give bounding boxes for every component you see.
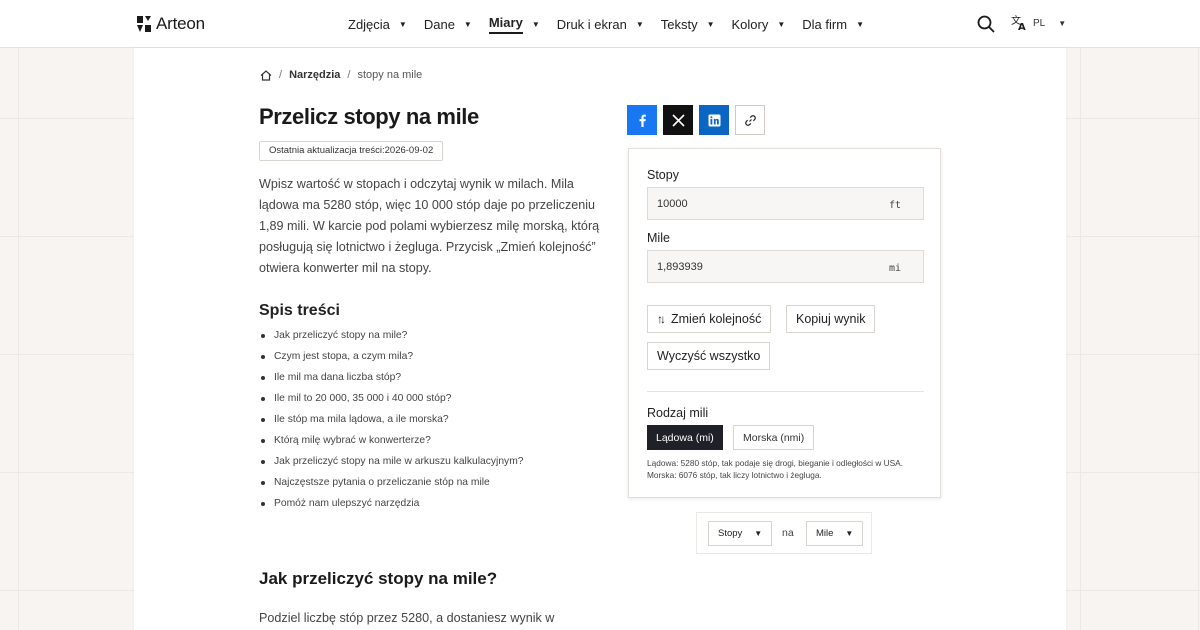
mile-type-statute-toggle[interactable]: Lądowa (mi) (647, 425, 723, 450)
miles-unit: mi (888, 263, 901, 274)
nav-label: Miary (488, 15, 523, 34)
chevron-down-icon: ▼ (706, 19, 715, 29)
toc-item[interactable]: Którą milę wybrać w konwerterze? (259, 434, 524, 455)
section-paragraph: Podziel liczbę stóp przez 5280, a dostan… (259, 611, 555, 625)
nav-item-dla-firm[interactable]: Dla firm ▼ (802, 17, 864, 32)
nav-item-dane[interactable]: Dane ▼ (424, 17, 472, 32)
share-buttons (627, 105, 765, 135)
nav-label: Zdjęcia (348, 16, 390, 32)
nav-item-zdjecia[interactable]: Zdjęcia ▼ (348, 17, 407, 32)
nav-item-kolory[interactable]: Kolory ▼ (732, 17, 786, 32)
last-updated-badge: Ostatnia aktualizacja treści:2026-09-02 (259, 141, 444, 161)
mile-type-nautical-toggle[interactable]: Morska (nmi) (733, 425, 815, 450)
feet-value: 10000 (657, 198, 688, 210)
feet-input[interactable]: 10000 ft (647, 187, 924, 220)
chevron-down-icon: ▼ (777, 19, 786, 29)
chevron-down-icon: ▼ (845, 529, 854, 538)
nav-label: Druk i ekran (556, 16, 627, 32)
page-title: Przelicz stopy na mile (259, 104, 479, 129)
toc-item[interactable]: Ile stóp ma mila lądowa, a ile morska? (259, 413, 524, 434)
section-heading: Jak przeliczyć stopy na mile? (259, 569, 498, 588)
mile-type-note: Lądowa: 5280 stóp, tak podaje się drogi,… (647, 458, 903, 480)
brand-name: Arteon (156, 14, 205, 33)
swap-icon: ↑↓ (657, 312, 666, 326)
divider (647, 391, 924, 392)
toc-item[interactable]: Pomóż nam ulepszyć narzędzia (259, 497, 524, 518)
toc-item[interactable]: Najczęstsze pytania o przeliczanie stóp … (259, 476, 524, 497)
chevron-down-icon: ▼ (463, 19, 472, 29)
nav-label: Kolory (731, 16, 769, 32)
feet-label: Stopy (647, 168, 679, 182)
swap-order-label: Zmień kolejność (671, 312, 762, 326)
home-icon[interactable] (260, 69, 272, 81)
nav-item-teksty[interactable]: Teksty ▼ (661, 17, 715, 32)
link-icon (744, 114, 756, 126)
breadcrumb-separator: / (347, 69, 351, 81)
chevron-down-icon: ▼ (1058, 18, 1067, 28)
main-nav: Zdjęcia ▼ Dane ▼ Miary ▼ Druk i ekran ▼ … (348, 0, 881, 48)
clear-all-label: Wyczyść wszystko (657, 349, 761, 363)
from-unit-select[interactable]: Stopy ▼ (708, 521, 773, 546)
miles-input[interactable]: 1,893939 mi (647, 250, 924, 283)
copy-link-button[interactable] (735, 105, 765, 135)
logo-icon (137, 16, 151, 32)
feet-unit: ft (888, 200, 901, 211)
converter-card: Stopy 10000 ft Mile 1,893939 mi ↑↓ Zmień… (628, 148, 941, 498)
toc-item[interactable]: Ile mil to 20 000, 35 000 i 40 000 stóp? (259, 392, 524, 413)
clear-all-button[interactable]: Wyczyść wszystko (647, 342, 771, 370)
miles-value: 1,893939 (657, 261, 703, 273)
nav-item-druk-i-ekran[interactable]: Druk i ekran ▼ (557, 17, 644, 32)
intro-paragraph: Wpisz wartość w stopach i odczytaj wynik… (259, 177, 600, 275)
search-icon[interactable] (977, 15, 995, 33)
table-of-contents: Jak przeliczyć stopy na mile? Czym jest … (259, 329, 524, 518)
to-unit-value: Mile (816, 528, 834, 539)
language-switcher[interactable]: 文 A PL ▼ (1011, 15, 1066, 31)
unit-switcher: Stopy ▼ na Mile ▼ (696, 512, 872, 554)
translate-icon: 文 A (1011, 15, 1026, 31)
to-unit-select[interactable]: Mile ▼ (806, 521, 864, 546)
copy-result-button[interactable]: Kopiuj wynik (786, 305, 876, 333)
brand-logo[interactable]: Arteon (136, 14, 205, 34)
from-unit-value: Stopy (718, 528, 743, 539)
chevron-down-icon: ▼ (754, 529, 763, 538)
swap-order-button[interactable]: ↑↓ Zmień kolejność (647, 305, 772, 333)
breadcrumb-link-narzedzia[interactable]: Narzędzia (289, 69, 340, 81)
chevron-down-icon: ▼ (398, 19, 407, 29)
breadcrumb-current: stopy na mile (357, 69, 423, 81)
facebook-icon (639, 114, 646, 127)
toc-item[interactable]: Jak przeliczyć stopy na mile w arkuszu k… (259, 455, 524, 476)
copy-result-label: Kopiuj wynik (796, 312, 866, 326)
toc-item[interactable]: Czym jest stopa, a czym mila? (259, 350, 524, 371)
nav-label: Teksty (660, 16, 698, 32)
mile-type-label: Rodzaj mili (647, 406, 709, 420)
chevron-down-icon: ▼ (635, 19, 644, 29)
share-linkedin-button[interactable] (699, 105, 729, 135)
top-bar: Arteon Zdjęcia ▼ Dane ▼ Miary ▼ Druk i e… (0, 0, 1200, 48)
unit-connector: na (782, 527, 794, 539)
chevron-down-icon: ▼ (531, 19, 540, 29)
content-card: / Narzędzia / stopy na mile Przelicz sto… (134, 48, 1066, 630)
language-code: PL (1033, 17, 1046, 29)
linkedin-icon (708, 114, 720, 126)
share-x-button[interactable] (663, 105, 693, 135)
nav-label: Dane (423, 16, 455, 32)
chevron-down-icon: ▼ (856, 19, 864, 29)
toc-item[interactable]: Jak przeliczyć stopy na mile? (259, 329, 524, 350)
miles-label: Mile (647, 231, 670, 245)
breadcrumb-separator: / (279, 69, 283, 81)
toc-item[interactable]: Ile mil ma dana liczba stóp? (259, 371, 524, 392)
nav-item-miary[interactable]: Miary ▼ (488, 15, 540, 34)
x-icon (671, 113, 685, 127)
breadcrumb: / Narzędzia / stopy na mile (260, 69, 422, 81)
share-facebook-button[interactable] (627, 105, 657, 135)
svg-text:A: A (1018, 22, 1026, 31)
toc-title: Spis treści (259, 302, 340, 319)
nav-label: Dla firm (802, 16, 848, 32)
